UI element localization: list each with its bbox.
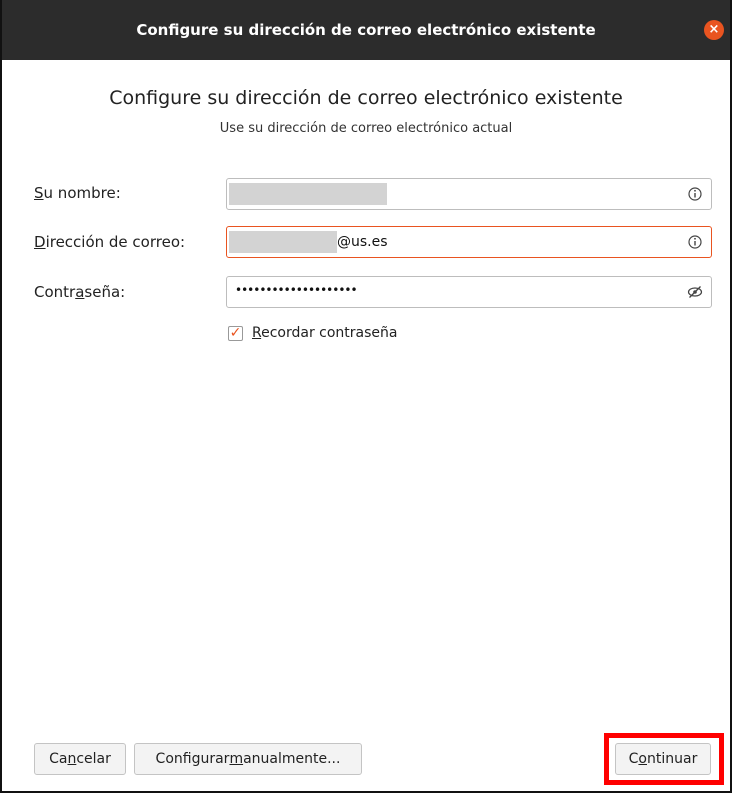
window-titlebar[interactable]: Configure su dirección de correo electró…: [2, 0, 730, 60]
info-icon[interactable]: [687, 186, 703, 202]
email-label: Dirección de correo:: [34, 233, 186, 251]
remember-password-label[interactable]: Recordar contraseña: [252, 325, 398, 341]
name-label: Su nombre:: [34, 184, 121, 202]
cancel-button[interactable]: Ca n celar: [34, 743, 126, 775]
close-icon[interactable]: ×: [704, 20, 724, 40]
eye-slash-icon[interactable]: [687, 284, 703, 300]
password-label: Contraseña:: [34, 283, 126, 301]
redacted-name: [229, 183, 387, 205]
email-field[interactable]: @us.es: [226, 226, 712, 258]
password-value: ••••••••••••••••••••: [235, 283, 358, 297]
page-subtitle: Use su dirección de correo electrónico a…: [219, 121, 513, 136]
email-setup-dialog: Configure su dirección de correo electró…: [0, 0, 732, 793]
continue-highlight-annotation: [604, 733, 724, 785]
info-icon[interactable]: [687, 234, 703, 250]
name-field[interactable]: [226, 178, 712, 210]
window-title: Configure su dirección de correo electró…: [136, 21, 596, 39]
configure-manually-button[interactable]: Configurar m anualmente...: [134, 743, 362, 775]
password-field[interactable]: ••••••••••••••••••••: [226, 276, 712, 308]
remember-password-checkbox[interactable]: ✓: [228, 326, 243, 341]
redacted-email-user: [229, 231, 337, 253]
email-value: @us.es: [337, 234, 388, 250]
page-title: Configure su dirección de correo electró…: [109, 87, 623, 109]
